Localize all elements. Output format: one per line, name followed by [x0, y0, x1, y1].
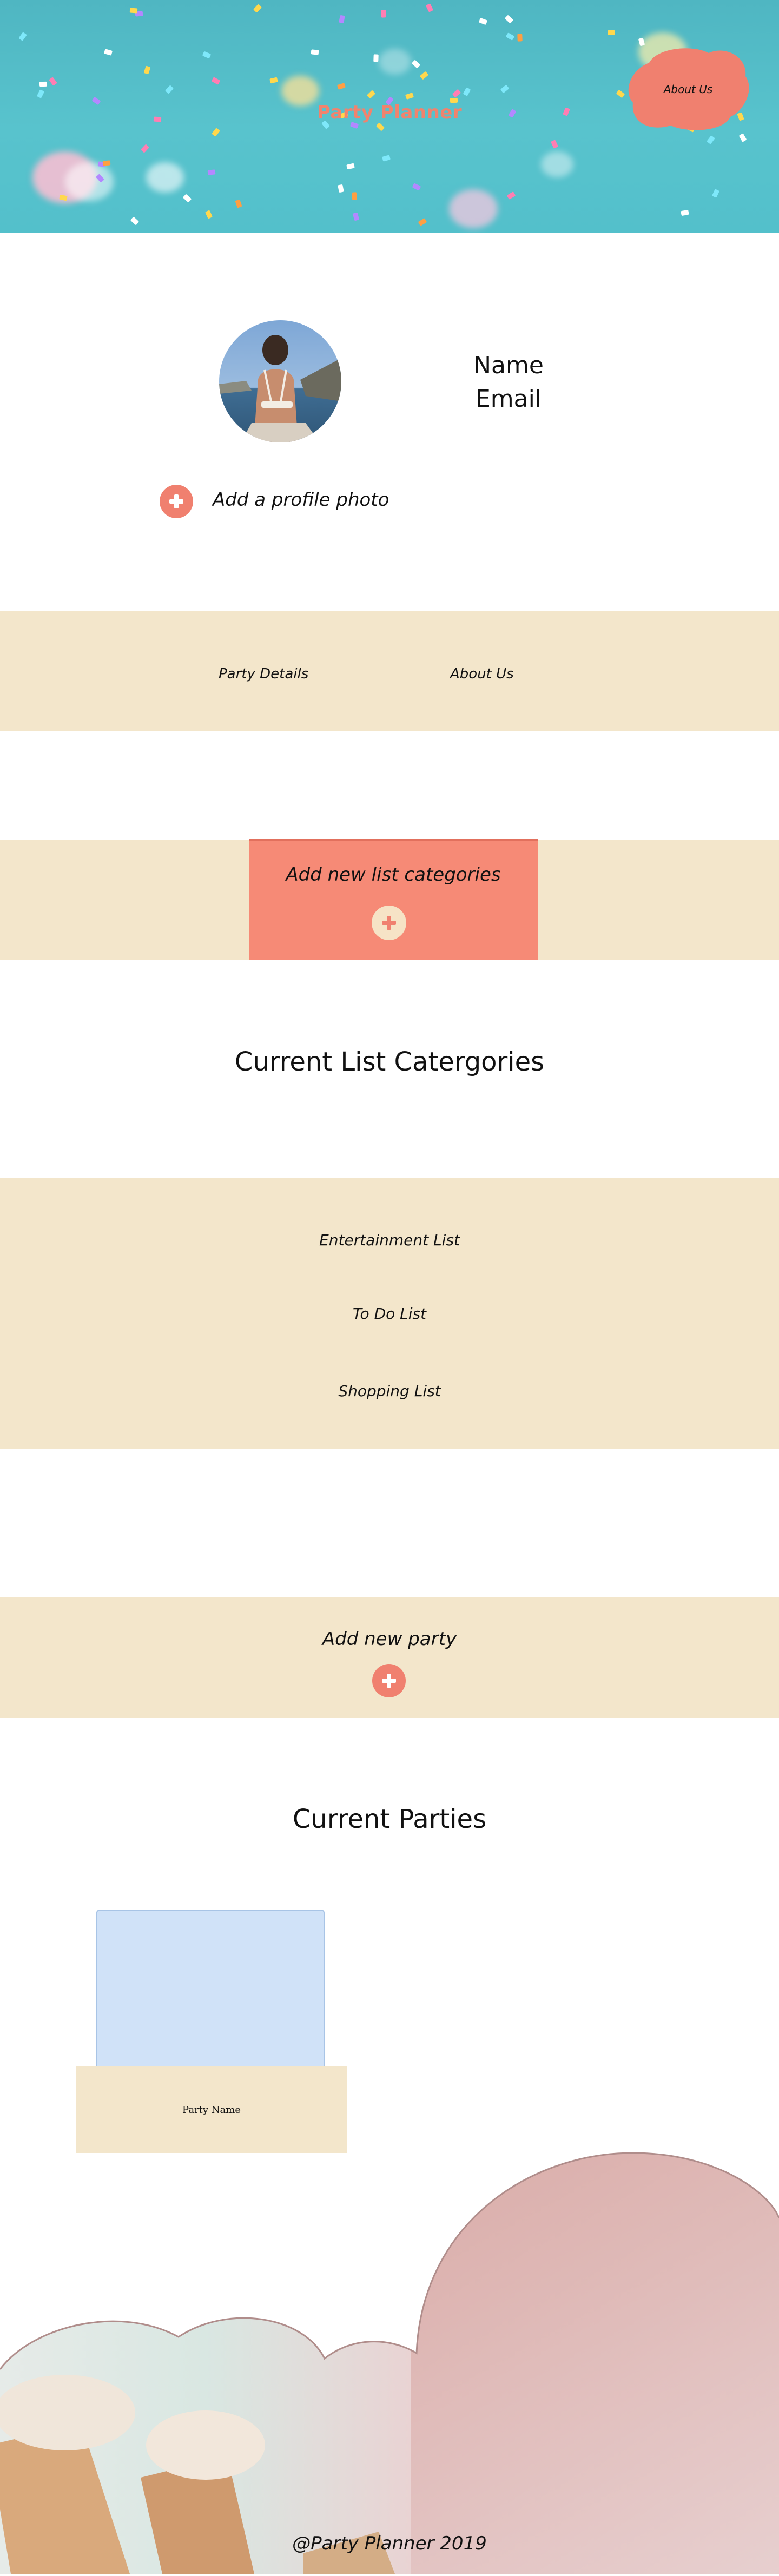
confetti-piece	[49, 77, 57, 86]
add-photo-label[interactable]: Add a profile photo	[213, 489, 389, 511]
bokeh-light	[379, 49, 411, 75]
confetti-piece	[681, 209, 689, 216]
profile-photo	[219, 320, 341, 442]
confetti-piece	[338, 184, 344, 193]
confetti-piece	[269, 77, 278, 84]
avatar[interactable]	[219, 320, 341, 442]
confetti-piece	[311, 49, 319, 55]
confetti-piece	[143, 65, 151, 75]
confetti-piece	[140, 144, 150, 153]
nav-band	[0, 611, 779, 731]
bokeh-light	[146, 162, 184, 193]
confetti-piece	[336, 83, 346, 90]
footer-cloud-image	[0, 2152, 779, 2574]
add-photo-plus-icon[interactable]	[160, 485, 193, 518]
confetti-piece	[366, 90, 376, 99]
about-us-bubble-button[interactable]: About Us	[628, 47, 749, 132]
confetti-piece	[235, 199, 242, 208]
profile-email-label: Email	[475, 385, 542, 413]
confetti-piece	[212, 128, 220, 137]
confetti-piece	[102, 160, 111, 166]
confetti-piece	[550, 140, 559, 149]
confetti-piece	[382, 155, 391, 162]
nav-link-about-us[interactable]: About Us	[450, 666, 514, 682]
nav-link-party-details[interactable]: Party Details	[219, 666, 308, 682]
bokeh-light	[541, 151, 573, 177]
confetti-piece	[452, 89, 461, 98]
confetti-piece	[130, 216, 140, 226]
party-card-image[interactable]	[96, 1910, 325, 2072]
confetti-piece	[104, 49, 113, 56]
confetti-piece	[616, 89, 625, 98]
confetti-piece	[425, 3, 434, 12]
add-party-label: Add new party	[322, 1628, 457, 1650]
current-lists-heading: Current List Catergories	[234, 1047, 545, 1077]
party-band	[0, 1597, 779, 1718]
confetti-piece	[375, 122, 385, 131]
add-category-plus-icon[interactable]	[372, 906, 406, 940]
hero-banner: Party Planner About Us	[0, 0, 779, 233]
add-category-card[interactable]: Add new list categories	[249, 839, 538, 960]
add-party-plus-icon[interactable]	[372, 1664, 406, 1697]
confetti-piece	[418, 218, 427, 226]
profile-name-label: Name	[473, 352, 544, 379]
list-item-shopping[interactable]: Shopping List	[0, 1382, 779, 1400]
confetti-piece	[129, 8, 138, 14]
confetti-piece	[18, 32, 27, 41]
about-us-label: About Us	[663, 83, 713, 96]
confetti-piece	[204, 210, 213, 219]
footer-copyright: @Party Planner 2019	[292, 2533, 487, 2554]
confetti-piece	[504, 15, 514, 24]
confetti-piece	[738, 133, 747, 142]
confetti-piece	[339, 15, 345, 24]
confetti-piece	[381, 10, 386, 18]
footer-cupcake-art	[0, 2142, 779, 2574]
confetti-piece	[517, 34, 523, 42]
party-card-name: Party Name	[182, 2104, 241, 2116]
confetti-piece	[506, 191, 516, 200]
confetti-piece	[711, 189, 720, 198]
confetti-piece	[608, 30, 615, 35]
bokeh-light	[65, 162, 114, 201]
confetti-piece	[405, 93, 414, 100]
list-item-todo[interactable]: To Do List	[0, 1305, 779, 1323]
list-item-entertainment[interactable]: Entertainment List	[0, 1231, 779, 1249]
confetti-piece	[463, 87, 471, 96]
confetti-piece	[36, 89, 45, 98]
party-card-caption[interactable]: Party Name	[76, 2066, 347, 2153]
confetti-piece	[412, 183, 421, 191]
confetti-piece	[202, 51, 212, 59]
confetti-piece	[500, 84, 510, 94]
confetti-piece	[419, 71, 429, 80]
bokeh-light	[449, 189, 498, 228]
confetti-piece	[207, 169, 216, 175]
confetti-piece	[211, 77, 221, 85]
confetti-piece	[411, 60, 421, 69]
current-parties-heading: Current Parties	[292, 1804, 487, 1834]
confetti-piece	[505, 32, 515, 41]
add-category-label: Add new list categories	[286, 864, 501, 886]
confetti-piece	[346, 163, 355, 170]
confetti-piece	[707, 135, 715, 144]
confetti-piece	[352, 212, 360, 221]
confetti-piece	[164, 85, 174, 94]
confetti-piece	[39, 81, 48, 87]
confetti-piece	[373, 54, 379, 62]
confetti-piece	[253, 4, 262, 13]
confetti-piece	[351, 192, 358, 200]
confetti-piece	[182, 194, 192, 203]
confetti-piece	[478, 17, 488, 25]
